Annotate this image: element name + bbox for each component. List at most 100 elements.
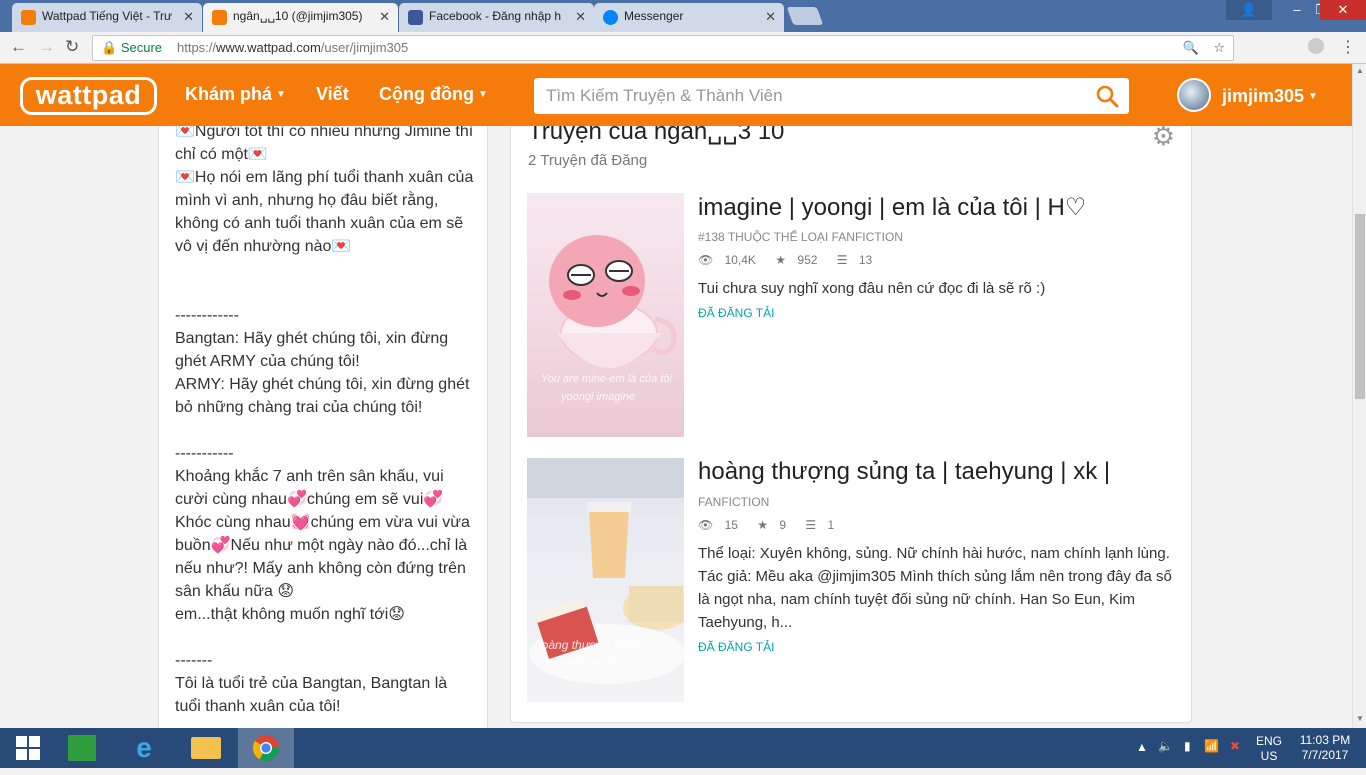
tab-close-icon[interactable]: ✕ [575,3,586,30]
story-ranking: #138 THUỘC THỂ LOẠI FANFICTION [698,230,903,244]
page-content: 💌Người tốt thì có nhiều nhưng Jimine thì… [0,126,1352,728]
profile-bio: 💌Người tốt thì có nhiều nhưng Jimine thì… [175,126,475,718]
bio-line: ------- [175,652,213,669]
star-icon: ★ [757,518,769,532]
wattpad-favicon-icon [21,10,36,25]
clock-date: 7/7/2017 [1301,748,1349,762]
clock-time: 11:03 PM [1299,733,1351,747]
search-icon[interactable] [1095,84,1119,108]
nav-community[interactable]: Cộng đồng ▼ [379,84,488,105]
parts-count: 1 [827,518,835,532]
file-explorer-icon[interactable] [178,728,234,768]
bio-line: Khóc cùng nhau💓chúng em vừa vui vừa buồn… [175,514,475,600]
bookmark-star-icon[interactable]: ☆ [1213,36,1225,60]
gear-icon[interactable]: ⚙ [1152,126,1175,152]
bio-spacer [175,281,475,304]
store-icon[interactable] [54,728,110,768]
story-cover[interactable]: You are mine-em là của tôi yoongi imagin… [527,193,684,437]
votes-count: 9 [779,518,787,532]
chevron-down-icon: ▼ [276,89,286,100]
story-title-link[interactable]: hoàng thượng sủng ta | taehyung | xk | [698,458,1110,486]
facebook-favicon-icon [408,10,423,25]
action-center-icon[interactable]: ✖ [1230,739,1240,753]
parts-stat: ☰ 1 [805,518,842,532]
reload-icon[interactable]: ↻ [65,37,79,57]
tab-user-profile[interactable]: ngân␣␣10 (@jimjim305) ✕ [203,3,398,32]
tab-close-icon[interactable]: ✕ [765,3,776,30]
tab-wattpad-tieng-viet[interactable]: Wattpad Tiếng Việt - Trư ✕ [12,3,202,32]
tray-expand-icon[interactable]: ▲ [1136,740,1148,754]
story-title-link[interactable]: imagine | yoongi | em là của tôi | H♡ [698,193,1086,222]
user-menu[interactable]: jimjim305 ▼ [1222,86,1318,107]
nav-write[interactable]: Viết [316,84,349,105]
system-clock[interactable]: 11:03 PM 7/7/2017 [1290,733,1360,763]
story-item: hoàng thượng sủng ta taehyung ff hoàng t… [527,458,1177,702]
internet-explorer-icon[interactable]: e [116,728,172,768]
new-tab-button[interactable] [786,7,824,25]
bio-line [175,258,475,281]
search-box [534,78,1129,114]
bio-line: 💌Họ nói em lãng phí tuổi thanh xuân của … [175,169,478,255]
tab-title: ngân␣␣10 (@jimjim305) [233,9,363,23]
bio-line [175,419,475,442]
page-scrollbar[interactable]: ▲ ▼ [1352,64,1366,728]
bio-line: Bangtan: Hãy ghét chúng tôi, xin đừng gh… [175,330,453,370]
input-language[interactable]: ENG US [1256,734,1282,764]
scrollbar-thumb[interactable] [1355,214,1365,399]
lock-icon: 🔒 [101,40,118,55]
reads-stat: 👁 15 [698,518,746,532]
zoom-icon[interactable]: 🔍 [1183,36,1199,60]
wattpad-logo[interactable]: wattpad [20,77,157,115]
forward-arrow-icon[interactable]: → [38,37,55,57]
bio-line: Khoảng khắc 7 anh trên sân khấu, vui cườ… [175,468,449,508]
chrome-taskbar-icon[interactable] [238,728,294,768]
story-cover[interactable]: hoàng thượng sủng ta taehyung ff [527,458,684,702]
windows-start-icon[interactable] [0,728,56,768]
chevron-down-icon: ▼ [1308,91,1318,102]
scroll-down-icon[interactable]: ▼ [1356,714,1364,723]
tab-title: Messenger [624,9,684,23]
nav-explore[interactable]: Khám phá ▼ [185,84,286,105]
avatar[interactable] [1177,78,1211,112]
extension-icon[interactable] [1308,38,1324,54]
votes-stat: ★ 9 [757,518,794,532]
tab-messenger[interactable]: Messenger ✕ [594,3,784,32]
search-input[interactable] [534,78,1084,114]
browser-toolbar: ← → ↻ 🔒 Secure https://www.wattpad.com/u… [0,32,1366,64]
story-description: Thể loại: Xuyên không, sủng. Nữ chính hà… [698,545,1172,631]
tab-close-icon[interactable]: ✕ [183,3,194,30]
tab-close-icon[interactable]: ✕ [379,3,390,30]
chrome-menu-icon[interactable]: ⋮ [1340,37,1356,57]
windows-taskbar: e ▲ 🔈 ▮ 📶 ✖ ENG US 11:03 PM 7/7/2017 [0,728,1366,768]
address-bar[interactable]: 🔒 Secure https://www.wattpad.com/user/ji… [92,35,1234,61]
eye-icon: 👁 [698,518,714,532]
story-status: ĐÃ ĐĂNG TẢI [698,306,775,320]
url-scheme: https:// [177,40,217,55]
votes-stat: ★ 952 [775,253,825,267]
nav-community-label: Cộng đồng [379,84,474,104]
battery-icon[interactable]: ▮ [1184,739,1191,753]
story-status: ĐÃ ĐĂNG TẢI [698,640,775,654]
bio-line: Tôi là tuổi trẻ của Bangtan, Bangtan là … [175,675,452,715]
bio-line: ------------ [175,307,239,324]
eye-icon: 👁 [698,253,714,267]
url-text: https://www.wattpad.com/user/jimjim305 [177,36,408,60]
url-path: /user/jimjim305 [320,40,409,55]
back-arrow-icon[interactable]: ← [10,37,27,57]
speaker-icon[interactable]: 🔈 [1158,739,1173,753]
parts-stat: ☰ 13 [837,253,880,267]
parts-count: 13 [858,253,873,267]
cover-caption: yoongi imagine [561,391,635,403]
user-profile-icon[interactable]: 👤 [1226,0,1272,20]
network-icon[interactable]: 📶 [1204,739,1219,753]
tab-facebook[interactable]: Facebook - Đăng nhập h ✕ [399,3,594,32]
tab-title: Facebook - Đăng nhập h [429,9,562,23]
bio-line: em...thật không muốn nghĩ tới😟 [175,606,405,623]
secure-indicator[interactable]: 🔒 Secure [101,36,162,60]
votes-count: 952 [797,253,818,267]
scroll-up-icon[interactable]: ▲ [1356,66,1364,75]
star-icon: ★ [775,253,787,267]
cover-caption: You are mine-em là của tôi [541,373,672,385]
window-close-icon[interactable]: ✕ [1320,0,1366,20]
region-code: US [1260,749,1278,763]
